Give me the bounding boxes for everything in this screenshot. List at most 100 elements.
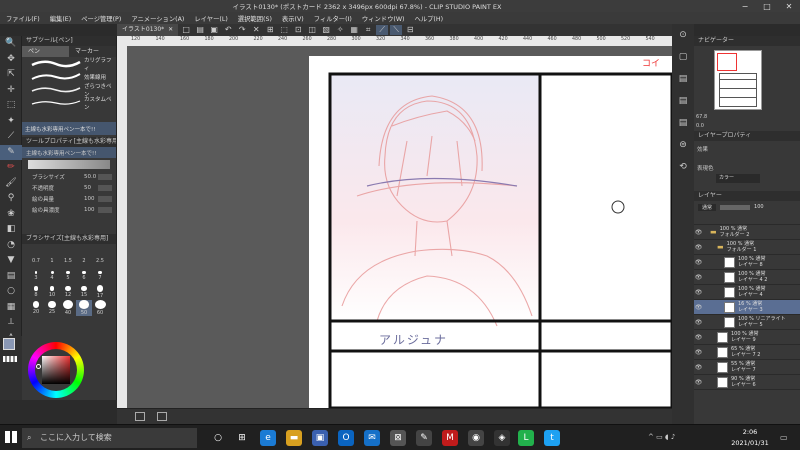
eye-icon[interactable]: 👁 (694, 379, 703, 386)
maximize-button[interactable]: □ (756, 2, 778, 11)
layer-row[interactable]: 👁 55 % 通常 レイヤー 7 (694, 360, 800, 375)
material-icon[interactable]: ▤ (672, 68, 694, 90)
crop-icon[interactable]: ⌗ (362, 25, 374, 35)
fill-icon[interactable]: ▧ (320, 25, 332, 35)
layer-folder-row[interactable]: 👁 ▬ 100 % 通常 フォルダー 2 (694, 225, 800, 240)
eyedropper-icon[interactable]: ⟋ (0, 129, 22, 145)
decoration-icon[interactable]: ❀ (0, 207, 22, 223)
eye-icon[interactable]: 👁 (694, 349, 703, 356)
app-icon[interactable]: ◉ (468, 430, 484, 446)
brush-size-option[interactable]: 60 (92, 300, 108, 316)
open-icon[interactable]: ▤ (194, 25, 206, 35)
frame-icon[interactable]: ▦ (0, 300, 22, 316)
brush-size-option[interactable]: 1.5 (60, 252, 76, 268)
pencil-tool-icon[interactable]: ✏ (0, 160, 22, 176)
widgets-icon[interactable]: ⊞ (234, 430, 250, 446)
main-color-swatch[interactable] (3, 338, 15, 350)
brush-size-option[interactable]: 15 (76, 284, 92, 300)
color-mode-select[interactable]: カラー (716, 174, 760, 183)
property-slider[interactable] (98, 206, 112, 213)
explorer-icon[interactable]: ▬ (286, 430, 302, 446)
property-row[interactable]: 絵の具量 100 (22, 193, 116, 204)
blend-tool-icon[interactable]: ◔ (0, 238, 22, 254)
property-row[interactable]: 絵の具濃度 100 (22, 204, 116, 215)
property-value[interactable]: 50.0 (84, 174, 96, 180)
menu-filter[interactable]: フィルター(I) (314, 14, 352, 23)
snap-ruler-icon[interactable]: ⟋ (376, 25, 389, 35)
brush-size-option[interactable]: 5 (60, 268, 76, 284)
outlook-icon[interactable]: O (338, 430, 354, 446)
brush-size-option[interactable]: 8 (28, 284, 44, 300)
gradient-icon[interactable]: ▤ (0, 269, 22, 285)
property-slider[interactable] (98, 173, 112, 180)
brush-size-option[interactable]: 2 (76, 252, 92, 268)
document-tab[interactable]: イラスト0130* ✕ (117, 24, 179, 36)
property-slider[interactable] (98, 184, 112, 191)
menu-view[interactable]: 表示(V) (282, 14, 304, 23)
eye-icon[interactable]: 👁 (694, 304, 703, 311)
view-rect[interactable] (717, 53, 737, 71)
transform-icon[interactable]: ⊞ (264, 25, 276, 35)
save-icon[interactable]: ▣ (208, 25, 220, 35)
layer-row[interactable]: 👁 100 % 通常 レイヤー 4 (694, 285, 800, 300)
close-button[interactable]: ✕ (778, 2, 800, 11)
property-value[interactable]: 50 (84, 185, 91, 191)
material-icon[interactable]: ▤ (672, 90, 694, 112)
brush-size-option[interactable]: 6 (76, 268, 92, 284)
menu-help[interactable]: ヘルプ(H) (415, 14, 444, 23)
menu-edit[interactable]: 編集(E) (50, 14, 72, 23)
line-icon[interactable]: L (518, 430, 534, 446)
brush-item[interactable]: カリグラフィ (22, 57, 116, 72)
navigator-icon[interactable]: ⊙ (672, 24, 694, 46)
brush-item-selected[interactable]: 主線も水彩専用ペン一本で!! (22, 122, 116, 135)
clip-studio-icon[interactable]: ✎ (416, 430, 432, 446)
pen-tool-icon[interactable]: ✎ (0, 144, 22, 160)
snap-special-icon[interactable]: ⟍ (390, 25, 403, 35)
layer-move-icon[interactable]: ✛ (0, 83, 22, 99)
menu-page[interactable]: ページ管理(P) (81, 14, 121, 23)
redo-icon[interactable]: ↷ (236, 25, 248, 35)
tray-icons[interactable]: ^ ▭ ◖ ♪ (648, 433, 675, 441)
brush-item[interactable]: カスタムペン (22, 96, 116, 111)
eye-icon[interactable]: 👁 (694, 274, 703, 281)
brush-size-option[interactable]: 17 (92, 284, 108, 300)
auto-select-icon[interactable]: ✦ (0, 114, 22, 130)
property-value[interactable]: 100 (84, 196, 95, 202)
brush-size-option[interactable]: 2.5 (92, 252, 108, 268)
layer-folder-row[interactable]: 👁 ▬ 100 % 通常 フォルダー 1 (694, 240, 800, 255)
ruler-icon[interactable]: ⟂ (0, 315, 22, 331)
tab-pen[interactable]: ペン (22, 46, 69, 57)
menu-selection[interactable]: 選択範囲(S) (238, 14, 272, 23)
eraser-icon[interactable]: ◧ (0, 222, 22, 238)
brush-size-option[interactable]: 3 (28, 268, 44, 284)
transparent-swatch[interactable] (3, 356, 17, 362)
property-slider[interactable] (98, 195, 112, 202)
material-icon[interactable]: ▤ (672, 112, 694, 134)
app-icon[interactable]: ▣ (312, 430, 328, 446)
app-icon[interactable]: ◈ (494, 430, 510, 446)
auto-action-icon[interactable]: ⟲ (672, 156, 694, 178)
twitter-icon[interactable]: t (544, 430, 560, 446)
layer-row[interactable]: 👁 90 % 通常 レイヤー 6 (694, 375, 800, 390)
subview-icon[interactable]: ▢ (672, 46, 694, 68)
notification-icon[interactable]: ▭ (780, 433, 788, 442)
brush-tool-icon[interactable]: 🖌 (0, 176, 22, 192)
grid-icon[interactable]: ▦ (348, 25, 360, 35)
clock[interactable]: 2:06 2021/01/31 (728, 427, 772, 449)
menu-file[interactable]: ファイル(F) (6, 14, 40, 23)
brush-size-option[interactable]: 4 (44, 268, 60, 284)
opacity-slider[interactable] (720, 204, 751, 210)
new-icon[interactable]: □ (180, 25, 192, 35)
property-row[interactable]: 不透明度 50 (22, 182, 116, 193)
brush-size-option[interactable]: 7 (92, 268, 108, 284)
brush-size-option[interactable]: 50 (76, 300, 92, 316)
fill-tool-icon[interactable]: ▼ (0, 253, 22, 269)
snap-grid-icon[interactable]: ⊟ (404, 25, 416, 35)
canvas-toggle-icon[interactable] (135, 412, 145, 421)
eye-icon[interactable]: 👁 (694, 244, 703, 251)
deselect-icon[interactable]: ⊡ (292, 25, 304, 35)
undo-icon[interactable]: ↶ (222, 25, 234, 35)
layer-row[interactable]: 👁 100 % リニアライト レイヤー 5 (694, 315, 800, 330)
start-icon[interactable] (5, 431, 17, 443)
taskbar-search[interactable]: ⌕ ここに入力して検索 (22, 428, 197, 448)
